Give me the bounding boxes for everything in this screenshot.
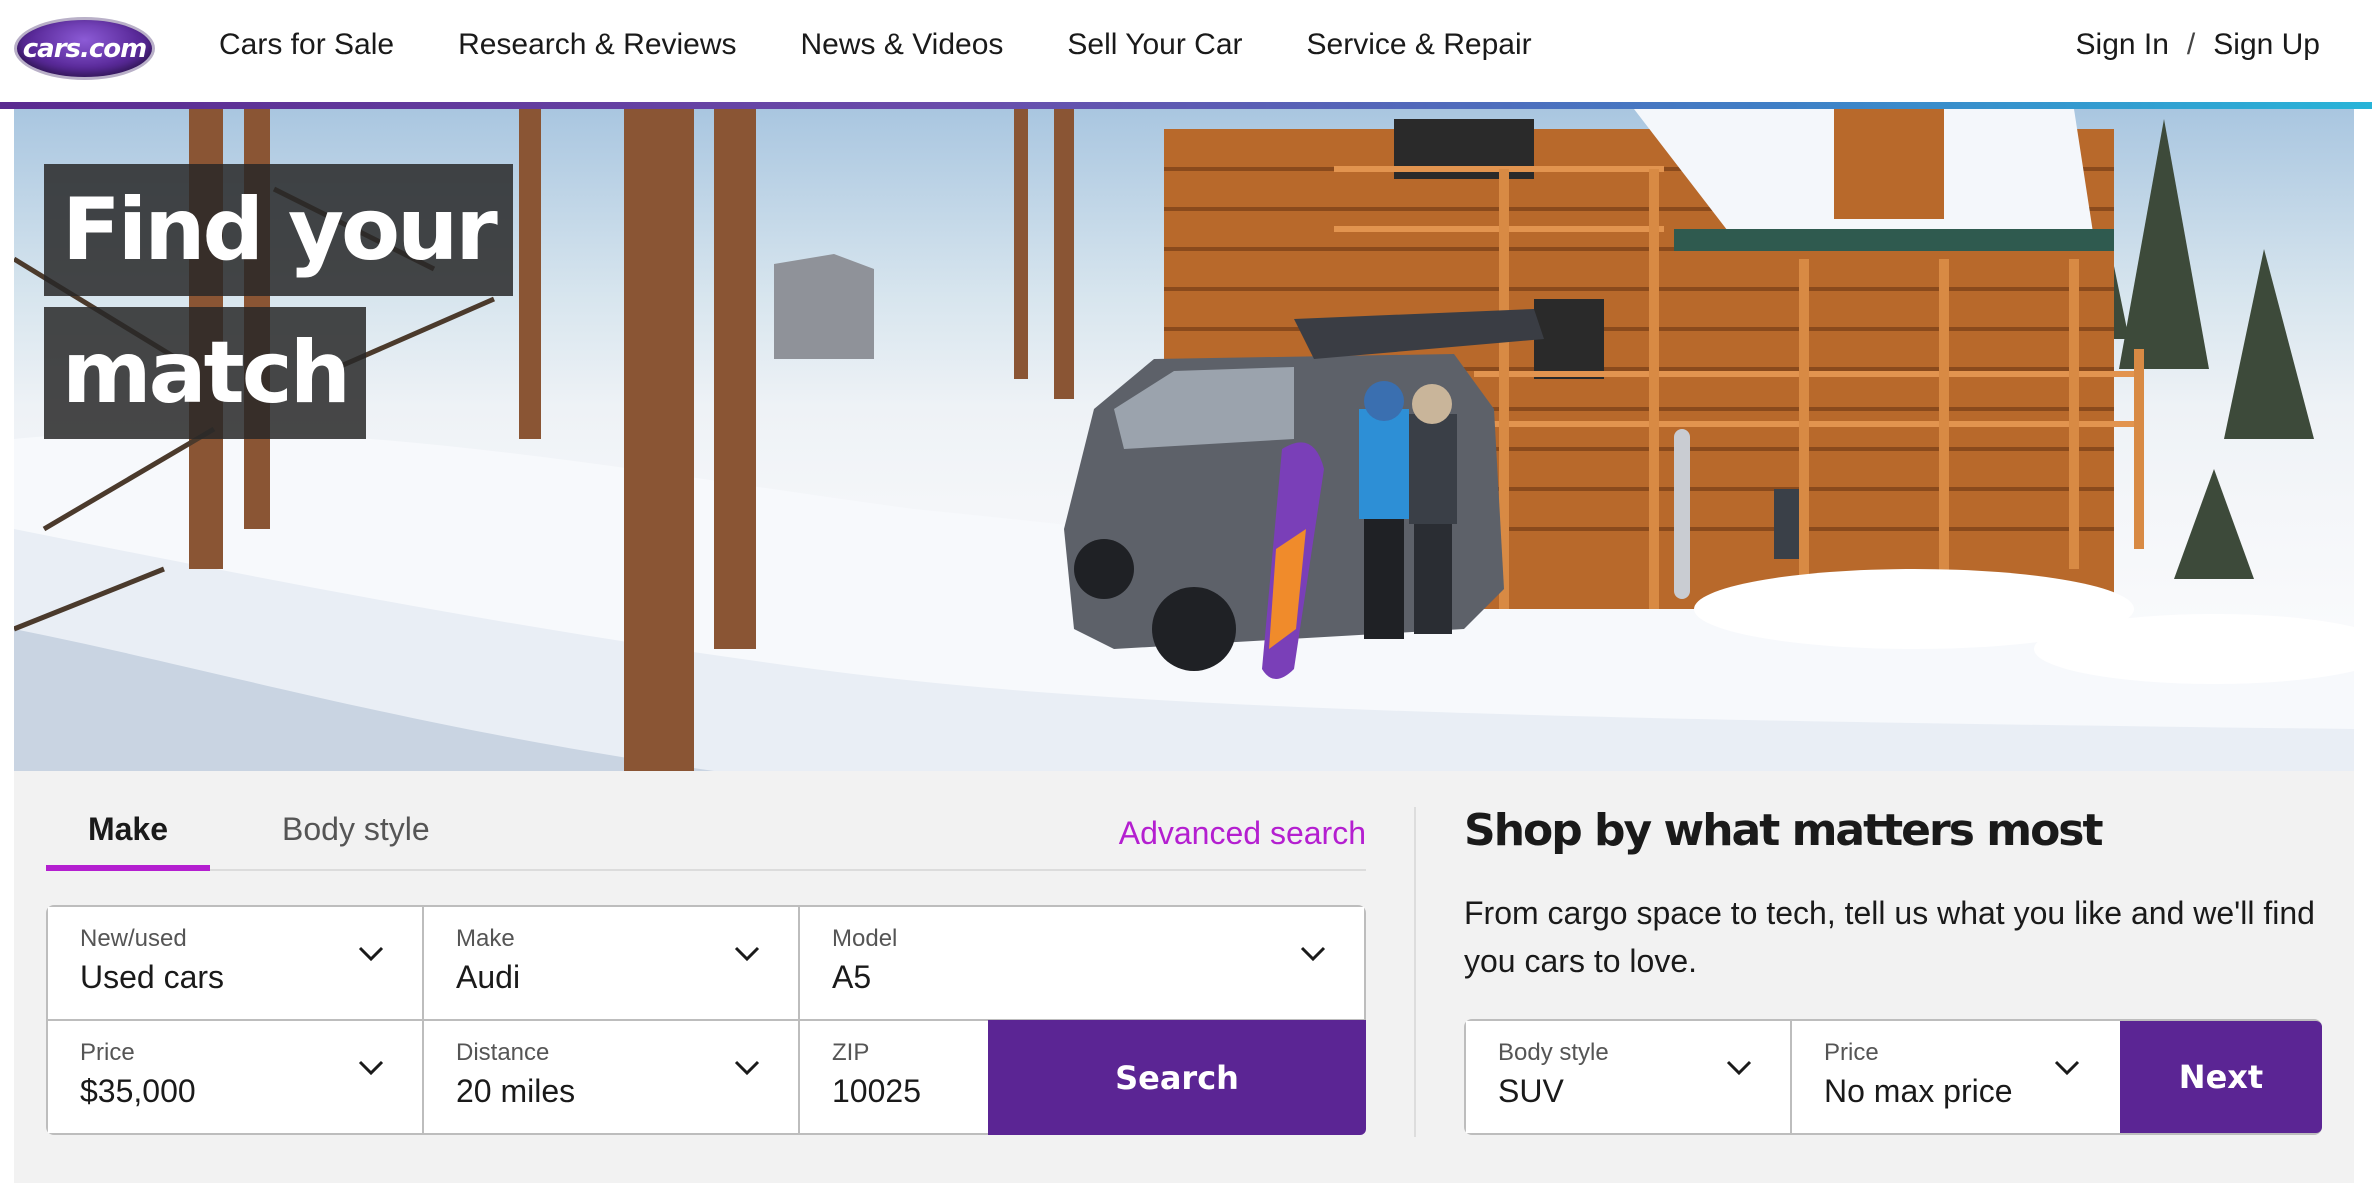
auth-links: Sign In / Sign Up xyxy=(2076,28,2320,62)
shop-price-select[interactable]: Price No max price xyxy=(1792,1021,2118,1133)
model-label: Model xyxy=(832,925,898,952)
grid-divider xyxy=(48,1019,988,1021)
zip-label: ZIP xyxy=(832,1039,870,1066)
nav-sell-your-car[interactable]: Sell Your Car xyxy=(1067,28,1242,62)
chevron-down-icon xyxy=(358,1059,384,1077)
model-select[interactable]: Model A5 xyxy=(800,907,1364,1019)
advanced-search-link[interactable]: Advanced search xyxy=(1119,815,1366,852)
sign-in-link[interactable]: Sign In xyxy=(2076,28,2169,62)
grid-divider xyxy=(798,907,800,1133)
shop-description: From cargo space to tech, tell us what y… xyxy=(1464,895,2315,979)
make-label: Make xyxy=(456,925,515,952)
sign-up-link[interactable]: Sign Up xyxy=(2213,28,2320,62)
cars-com-logo[interactable]: cars.com xyxy=(14,17,155,80)
shop-price-value: No max price xyxy=(1824,1073,2013,1109)
tab-make[interactable]: Make xyxy=(46,811,210,871)
body-style-value: SUV xyxy=(1498,1073,1564,1109)
distance-value: 20 miles xyxy=(456,1073,576,1109)
chevron-down-icon xyxy=(2054,1059,2080,1077)
section-divider xyxy=(1414,807,1416,1137)
price-select[interactable]: Price $35,000 xyxy=(48,1021,422,1133)
hero-headline-line-1: Find your xyxy=(44,164,513,296)
search-button[interactable]: Search xyxy=(988,1020,1366,1135)
tab-body-style[interactable]: Body style xyxy=(282,811,430,871)
new-used-select[interactable]: New/used Used cars xyxy=(48,907,422,1019)
shop-title: Shop by what matters most xyxy=(1464,805,2104,856)
chevron-down-icon xyxy=(734,1059,760,1077)
hero-headline-line-2: match xyxy=(44,307,366,439)
shop-form: Body style SUV Price No max price Next xyxy=(1464,1019,2322,1135)
make-select[interactable]: Make Audi xyxy=(424,907,798,1019)
make-value: Audi xyxy=(456,959,521,995)
zip-input[interactable]: ZIP 10025 xyxy=(800,1021,986,1133)
search-form: New/used Used cars Make Audi Model A5 Pr… xyxy=(46,905,1366,1135)
grid-divider xyxy=(422,907,424,1133)
search-band: Make Body style Advanced search New/used… xyxy=(14,771,2354,1183)
body-style-label: Body style xyxy=(1498,1039,1609,1066)
nav-research-reviews[interactable]: Research & Reviews xyxy=(458,28,736,62)
zip-value: 10025 xyxy=(832,1073,921,1109)
nav-service-repair[interactable]: Service & Repair xyxy=(1307,28,1532,62)
shop-price-label: Price xyxy=(1824,1039,1879,1066)
chevron-down-icon xyxy=(1726,1059,1752,1077)
nav-news-videos[interactable]: News & Videos xyxy=(801,28,1004,62)
auth-separator: / xyxy=(2186,28,2196,61)
price-label: Price xyxy=(80,1039,135,1066)
search-tabs: Make Body style Advanced search xyxy=(46,811,1366,871)
new-used-value: Used cars xyxy=(80,959,225,995)
nav-cars-for-sale[interactable]: Cars for Sale xyxy=(219,28,394,62)
hero-banner: Find your match xyxy=(14,109,2354,771)
chevron-down-icon xyxy=(358,945,384,963)
site-header: cars.com Cars for Sale Research & Review… xyxy=(0,0,2372,102)
model-value: A5 xyxy=(832,959,872,995)
new-used-label: New/used xyxy=(80,925,187,952)
chevron-down-icon xyxy=(1300,945,1326,963)
distance-select[interactable]: Distance 20 miles xyxy=(424,1021,798,1133)
next-button[interactable]: Next xyxy=(2120,1021,2322,1133)
price-value: $35,000 xyxy=(80,1073,196,1109)
distance-label: Distance xyxy=(456,1039,550,1066)
header-accent-bar xyxy=(0,102,2372,109)
body-style-select[interactable]: Body style SUV xyxy=(1466,1021,1790,1133)
chevron-down-icon xyxy=(734,945,760,963)
logo-text: cars.com xyxy=(22,34,148,64)
main-nav: Cars for Sale Research & Reviews News & … xyxy=(219,28,1532,62)
